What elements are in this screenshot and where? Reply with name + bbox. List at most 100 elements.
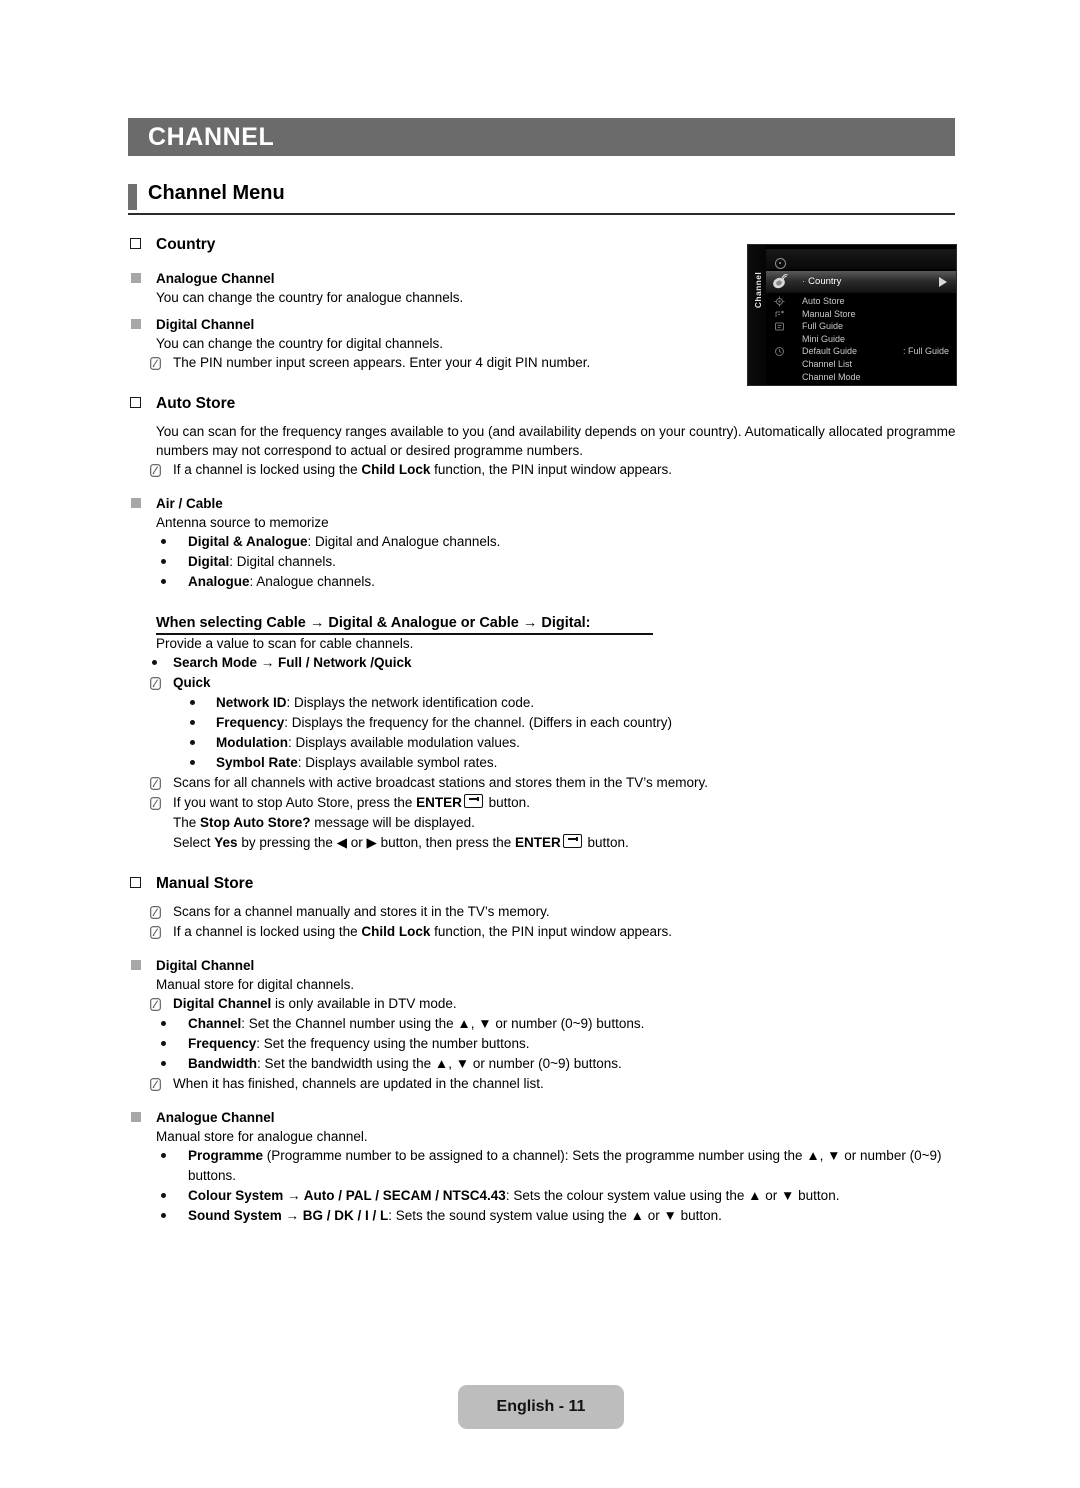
hollow-square-icon <box>130 235 144 249</box>
heading-auto-store: Auto Store <box>128 393 962 414</box>
bullet-desc: : Displays the frequency for the channel… <box>284 715 672 730</box>
bullet-desc: : Set the bandwidth using the ▲, ▼ or nu… <box>257 1056 622 1071</box>
note-child-lock-bold: Child Lock <box>361 462 431 477</box>
subheading-manual-analogue-label: Analogue Channel <box>156 1110 275 1125</box>
bullet-desc: (Programme number to be assigned to a ch… <box>188 1148 942 1183</box>
section-title: Channel Menu <box>148 182 285 204</box>
bullet-symbol-rate: Symbol Rate: Displays available symbol r… <box>128 753 962 773</box>
note-pin-text: The PIN number input screen appears. Ent… <box>173 355 591 370</box>
bullet-colour-system: Colour System → Auto / PAL / SECAM / NTS… <box>128 1186 962 1206</box>
text-stop-message: The Stop Auto Store? message will be dis… <box>128 813 962 833</box>
bullet-desc: : Digital channels. <box>229 554 336 569</box>
bullet-term: Programme <box>188 1148 264 1163</box>
note-child-lock-auto: If a channel is locked using the Child L… <box>128 460 962 480</box>
note-stop-post: button. <box>484 795 530 810</box>
bullet-dot-icon <box>161 1041 166 1046</box>
text-manual-analogue: Manual store for analogue channel. <box>156 1129 368 1144</box>
heading-cable-selection-wrap: When selecting Cable → Digital & Analogu… <box>128 612 962 635</box>
select-yes-post: button. <box>583 835 629 850</box>
bullet-modulation: Modulation: Displays available modulatio… <box>128 733 962 753</box>
note-finished-text: When it has finished, channels are updat… <box>173 1076 544 1091</box>
bullet-term: Frequency <box>188 1036 257 1051</box>
bullet-dot-icon <box>190 740 195 745</box>
note-child-lock-pre: If a channel is locked using the <box>173 462 362 477</box>
note-icon <box>150 356 161 370</box>
note-dtv-bold: Digital Channel <box>173 996 272 1011</box>
bullet-desc: : Set the frequency using the number but… <box>256 1036 530 1051</box>
note-child-lock-bold: Child Lock <box>361 924 431 939</box>
bullet-desc: : Sets the sound system value using the … <box>388 1208 722 1223</box>
bullet-dot-icon <box>161 539 166 544</box>
text-cable-value: Provide a value to scan for cable channe… <box>156 636 414 651</box>
note-icon <box>150 796 161 810</box>
stop-msg-bold: Stop Auto Store? <box>200 815 311 830</box>
filled-square-icon <box>131 498 141 508</box>
subheading-analogue-channel: Analogue Channel <box>128 269 962 288</box>
bullet-term: Digital & Analogue <box>188 534 308 549</box>
note-dtv-mode: Digital Channel is only available in DTV… <box>128 994 962 1014</box>
note-stop-pre: If you want to stop Auto Store, press th… <box>173 795 417 810</box>
bullet-desc: : Sets the colour system value using the… <box>505 1188 840 1203</box>
bullet-search-mode-label: Search Mode → Full / Network /Quick <box>173 655 412 670</box>
text-auto-store-intro: You can scan for the frequency ranges av… <box>156 424 956 458</box>
text-manual-digital: Manual store for digital channels. <box>156 977 355 992</box>
bullet-manual-channel: Channel: Set the Channel number using th… <box>128 1014 962 1034</box>
subheading-digital-channel: Digital Channel <box>128 315 962 334</box>
note-pin: The PIN number input screen appears. Ent… <box>128 353 962 373</box>
bullet-term: Network ID <box>216 695 287 710</box>
bullet-dot-icon <box>161 579 166 584</box>
note-icon <box>150 997 161 1011</box>
section-header: Channel Menu <box>128 182 955 216</box>
bullet-term: Modulation <box>216 735 288 750</box>
bullet-term: Digital <box>188 554 230 569</box>
section-divider <box>128 213 955 215</box>
bullet-term: Channel <box>188 1016 242 1031</box>
select-yes-pre: Select <box>173 835 215 850</box>
note-icon <box>150 676 161 690</box>
note-stop-auto-store: If you want to stop Auto Store, press th… <box>128 793 962 813</box>
subheading-manual-digital-channel: Digital Channel <box>128 956 962 975</box>
filled-square-icon <box>131 273 141 283</box>
bullet-dot-icon <box>161 1021 166 1026</box>
enter-key-icon <box>562 834 582 848</box>
hollow-square-icon <box>130 874 144 888</box>
bullet-dot-icon <box>161 1153 166 1158</box>
filled-square-icon <box>131 1112 141 1122</box>
note-quick-label: Quick <box>173 675 211 690</box>
filled-square-icon <box>131 319 141 329</box>
bullet-analogue: Analogue: Analogue channels. <box>128 572 962 592</box>
section-marker <box>128 184 137 210</box>
heading-manual-store: Manual Store <box>128 873 962 894</box>
heading-manual-store-label: Manual Store <box>156 875 254 892</box>
bullet-sound-system: Sound System → BG / DK / I / L: Sets the… <box>128 1206 962 1226</box>
bullet-desc: : Digital and Analogue channels. <box>307 534 501 549</box>
stop-msg-post: message will be displayed. <box>310 815 475 830</box>
bullet-term: Sound System → BG / DK / I / L <box>188 1208 389 1223</box>
document-content: Country Analogue Channel You can change … <box>128 234 962 1226</box>
hollow-square-icon <box>130 394 144 408</box>
bullet-term: Frequency <box>216 715 285 730</box>
bullet-manual-frequency: Frequency: Set the frequency using the n… <box>128 1034 962 1054</box>
bullet-desc: : Analogue channels. <box>249 574 375 589</box>
select-yes-bold2: ENTER <box>514 835 561 850</box>
heading-auto-store-label: Auto Store <box>156 395 236 412</box>
note-icon <box>150 776 161 790</box>
bullet-digital: Digital: Digital channels. <box>128 552 962 572</box>
bullet-term: Symbol Rate <box>216 755 298 770</box>
note-child-lock-post: function, the PIN input window appears. <box>430 924 673 939</box>
bullet-dot-icon <box>190 760 195 765</box>
bullet-dot-icon <box>161 559 166 564</box>
note-scan-all: Scans for all channels with active broad… <box>128 773 962 793</box>
note-manual-scan-text: Scans for a channel manually and stores … <box>173 904 550 919</box>
note-child-lock-manual: If a channel is locked using the Child L… <box>128 922 962 942</box>
bullet-desc: : Set the Channel number using the ▲, ▼ … <box>241 1016 645 1031</box>
note-manual-scan: Scans for a channel manually and stores … <box>128 902 962 922</box>
note-finished: When it has finished, channels are updat… <box>128 1074 962 1094</box>
subheading-air-cable: Air / Cable <box>128 494 962 513</box>
page-number-label: English - 11 <box>496 1398 586 1415</box>
text-digital-country: You can change the country for digital c… <box>156 336 443 351</box>
heading-underline <box>156 633 653 635</box>
bullet-desc: : Displays available symbol rates. <box>297 755 498 770</box>
text-antenna-source: Antenna source to memorize <box>156 515 329 530</box>
bullet-frequency: Frequency: Displays the frequency for th… <box>128 713 962 733</box>
